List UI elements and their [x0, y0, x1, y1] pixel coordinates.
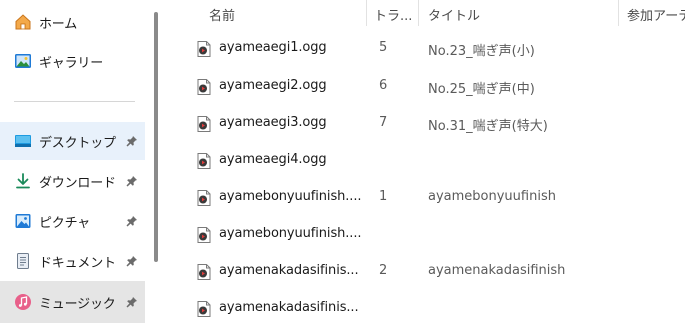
sidebar-item-label: ダウンロード — [39, 175, 116, 191]
audio-file-icon — [197, 190, 211, 206]
download-icon — [12, 170, 34, 192]
music-icon — [12, 291, 34, 313]
file-row[interactable]: ayamenakadasifinis... 2 ayamenakadasifinis… — [160, 253, 685, 290]
file-title: ayamenakadasifinish — [428, 263, 566, 278]
file-row[interactable]: ayameaegi1.ogg 5 No.23_喘ぎ声(小) — [160, 30, 685, 67]
sidebar-item-home[interactable]: ホーム — [0, 3, 145, 41]
file-name: ayamenakadasifinis... — [219, 300, 359, 315]
file-track-number: 2 — [379, 263, 388, 278]
file-name: ayameaegi3.ogg — [219, 115, 327, 130]
audio-file-icon — [197, 41, 211, 57]
sidebar-item-music[interactable]: ミュージック — [0, 281, 145, 323]
file-name: ayameaegi2.ogg — [219, 78, 327, 93]
column-header-track[interactable]: トラ... — [374, 0, 412, 28]
pin-icon[interactable] — [125, 254, 139, 268]
sidebar-item-label: ギャラリー — [39, 55, 104, 71]
file-name: ayameaegi4.ogg — [219, 152, 327, 167]
pin-icon[interactable] — [125, 295, 139, 309]
sidebar-item-pictures[interactable]: ピクチャ — [0, 202, 145, 240]
pictures-icon — [12, 210, 34, 232]
sidebar-item-label: ドキュメント — [39, 255, 116, 271]
sidebar-item-label: ホーム — [39, 16, 78, 32]
audio-file-icon — [197, 227, 211, 243]
file-name: ayameaegi1.ogg — [219, 40, 327, 55]
column-separator[interactable] — [618, 0, 619, 26]
audio-file-icon — [197, 153, 211, 169]
sidebar-item-label: デスクトップ — [39, 135, 116, 151]
file-row[interactable]: ayamebonyuufinish.... 1 ayamebonyuufinish — [160, 179, 685, 216]
sidebar-item-label: ミュージック — [39, 296, 116, 312]
audio-file-icon — [197, 116, 211, 132]
pin-icon[interactable] — [125, 134, 139, 148]
sidebar-divider — [14, 101, 135, 102]
file-title: ayamebonyuufinish — [428, 189, 556, 204]
pin-icon[interactable] — [125, 174, 139, 188]
column-header-artist[interactable]: 参加アーティ — [627, 0, 685, 28]
sidebar-item-label: ピクチャ — [39, 215, 91, 231]
column-separator[interactable] — [366, 0, 367, 26]
sidebar-item-desktop[interactable]: デスクトップ — [0, 122, 145, 160]
file-title: No.25_喘ぎ声(中) — [428, 82, 535, 97]
file-row[interactable]: ayamenakadasifinis... — [160, 290, 685, 327]
file-name: ayamebonyuufinish.... — [219, 189, 362, 204]
sidebar-item-gallery[interactable]: ギャラリー — [0, 42, 145, 80]
file-title: No.23_喘ぎ声(小) — [428, 44, 535, 59]
pin-icon[interactable] — [125, 214, 139, 228]
file-track-number: 6 — [379, 78, 388, 93]
file-track-number: 1 — [379, 189, 388, 204]
home-icon — [12, 11, 34, 33]
sidebar-item-downloads[interactable]: ダウンロード — [0, 162, 145, 200]
sidebar-item-documents[interactable]: ドキュメント — [0, 242, 145, 280]
sidebar-scrollbar-thumb[interactable] — [154, 12, 158, 262]
audio-file-icon — [197, 79, 211, 95]
column-separator[interactable] — [418, 0, 419, 26]
column-header-name[interactable]: 名前 — [209, 0, 235, 28]
file-title: No.31_喘ぎ声(特大) — [428, 119, 548, 134]
file-track-number: 7 — [379, 115, 388, 130]
gallery-icon — [12, 50, 34, 72]
column-header-row: 名前 トラ... タイトル 参加アーティ — [160, 0, 685, 28]
file-track-number: 5 — [379, 40, 388, 55]
file-row[interactable]: ayameaegi3.ogg 7 No.31_喘ぎ声(特大) — [160, 105, 685, 142]
desktop-icon — [12, 130, 34, 152]
documents-icon — [12, 250, 34, 272]
file-name: ayamebonyuufinish.... — [219, 226, 362, 241]
audio-file-icon — [197, 264, 211, 280]
file-row[interactable]: ayameaegi4.ogg — [160, 142, 685, 179]
audio-file-icon — [197, 301, 211, 317]
file-row[interactable]: ayamebonyuufinish.... — [160, 216, 685, 253]
file-name: ayamenakadasifinis... — [219, 263, 359, 278]
column-header-title[interactable]: タイトル — [428, 0, 480, 28]
file-row[interactable]: ayameaegi2.ogg 6 No.25_喘ぎ声(中) — [160, 68, 685, 105]
navigation-pane: ホーム ギャラリー デスクトップ ダウンロード ピクチャ ドキュメント ミュージ… — [0, 0, 160, 327]
